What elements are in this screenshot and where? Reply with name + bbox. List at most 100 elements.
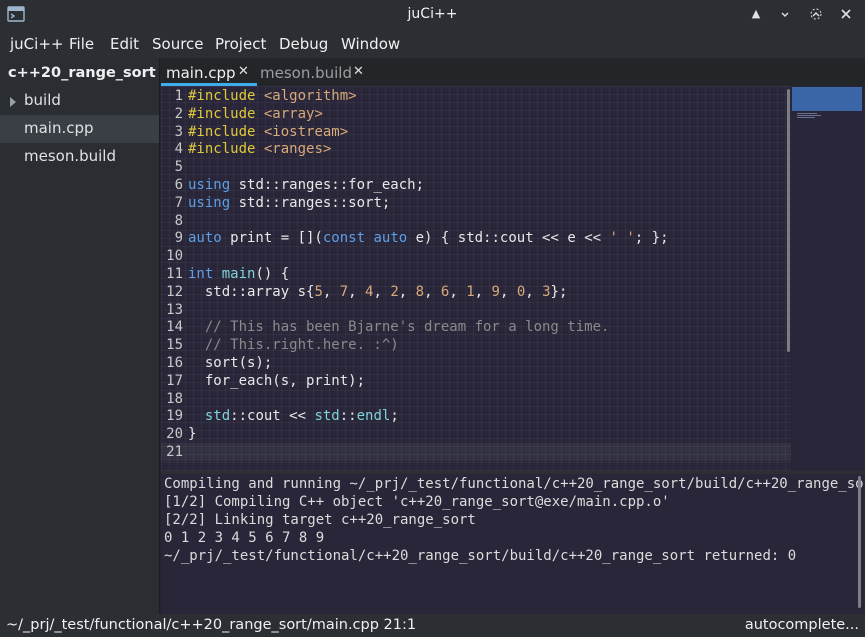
title-bar: juCi++ ▲ [0,0,865,30]
tree-item-main-cpp[interactable]: main.cpp [0,115,159,143]
code-token: 8 [415,283,425,300]
line-number: 8 [174,212,183,229]
menu-source[interactable]: Source [152,35,204,53]
line-number: 5 [174,159,183,176]
code-line[interactable]: 21 [161,443,791,461]
code-line[interactable]: 20} [161,425,791,443]
maximize-icon[interactable] [808,6,824,22]
minimize-icon[interactable] [777,6,793,22]
code-token: 3 [542,283,551,300]
terminal-panel[interactable]: Compiling and running ~/_prj/_test/funct… [161,474,865,614]
status-path: ~/_prj/_test/functional/c++20_range_sort… [6,617,417,633]
code-line[interactable]: 5 [161,158,791,176]
code-token: #include [188,123,256,140]
code-line[interactable]: 12 std::array s{5, 7, 4, 2, 8, 6, 1, 9, … [161,283,791,301]
code-line[interactable]: 11 int main() { [161,265,791,283]
code-token: endl [356,408,391,425]
code-editor[interactable]: 1 #include <algorithm> 2 #include <array> 3 #… [161,86,791,471]
line-number: 19 [166,408,183,425]
code-text: // This has been Bjarne's dream for a lo… [188,318,610,336]
code-line[interactable]: 2 #include <array> [161,105,791,123]
minimap-line [797,113,817,114]
code-token: std::array s{ [188,283,315,300]
menu-window[interactable]: Window [341,35,400,53]
tree-item-build[interactable]: build [0,87,159,115]
minimap-line [797,115,821,116]
code-line[interactable]: 7 using std::ranges::sort; [161,194,791,212]
code-token: sort(s); [188,355,273,371]
line-number: 20 [166,426,183,443]
code-line[interactable]: 16 sort(s); [161,354,791,372]
terminal-line: [1/2] Compiling C++ object 'c++20_range_… [164,494,670,510]
terminal-scrollbar[interactable] [858,476,861,608]
code-token: std::ranges::sort; [230,194,391,211]
code-line[interactable]: 19 std::cout << std::endl; [161,407,791,425]
menu-edit[interactable]: Edit [110,35,139,53]
code-token: main [221,266,256,282]
code-token: auto [373,230,408,247]
menu-debug[interactable]: Debug [279,35,328,53]
line-number: 6 [174,177,183,193]
code-line[interactable]: 9 auto print = [](const auto e) { std::co… [161,229,791,247]
code-token: <array> [263,105,323,122]
code-token: () { [255,266,290,282]
code-text: using std::ranges::sort; [188,194,390,212]
minimap[interactable] [791,86,865,471]
line-number: 12 [166,283,183,300]
code-line[interactable]: 1 #include <algorithm> [161,87,791,105]
code-token: e) { std::cout << e << [407,230,610,247]
code-line[interactable]: 4 #include <ranges> [161,140,791,158]
tab-meson-build[interactable]: meson.build ✕ [255,58,367,86]
code-token: std::ranges::for_each; [230,177,425,193]
line-number: 1 [174,88,183,104]
code-text: using std::ranges::for_each; [188,176,424,194]
expand-arrow-icon[interactable] [10,97,16,107]
code-line[interactable]: 15 // This.right.here. :^) [161,336,791,354]
line-number: 15 [166,337,183,354]
code-line[interactable]: 14 // This has been Bjarne's dream for a… [161,318,791,336]
code-line[interactable]: 10 [161,247,791,265]
menu-jucipp[interactable]: juCi++ [10,35,63,53]
code-token: , [322,283,340,300]
code-line[interactable]: 8 [161,212,791,230]
code-token: 9 [491,283,500,300]
minimap-viewport[interactable] [792,87,862,111]
code-token: <ranges> [263,141,332,158]
code-line[interactable]: 18 [161,390,791,408]
keep-above-icon[interactable]: ▲ [748,6,764,22]
close-icon[interactable] [838,6,854,22]
code-token: std [314,408,340,425]
line-number: 4 [174,141,183,158]
code-token: :: [339,408,357,425]
tree-item-meson-build[interactable]: meson.build [0,143,159,171]
tree-item-label: main.cpp [24,119,94,137]
code-text: #include <iostream> [188,123,348,141]
status-bar: ~/_prj/_test/functional/c++20_range_sort… [0,614,865,637]
tab-main-cpp[interactable]: main.cpp ✕ [161,58,257,86]
code-token: ::cout << [230,408,315,425]
code-text: for_each(s, print); [188,372,365,390]
line-number: 3 [174,123,183,140]
code-token: print = []( [221,230,323,247]
code-token: auto [188,230,222,247]
code-text: #include <ranges> [188,140,331,158]
tree-item-label: meson.build [24,147,116,165]
menu-file[interactable]: File [69,35,94,53]
project-sidebar: c++20_range_sort build main.cpp meson.bu… [0,58,160,614]
code-text: } [188,425,196,443]
code-line[interactable]: 13 [161,301,791,319]
editor-scrollbar[interactable] [787,89,790,352]
code-line[interactable]: 3 #include <iostream> [161,123,791,141]
code-token: std [204,408,231,425]
menu-project[interactable]: Project [215,35,266,53]
code-line[interactable]: 6 using std::ranges::for_each; [161,176,791,194]
code-token: ; }; [634,230,669,247]
code-line[interactable]: 17 for_each(s, print); [161,372,791,390]
code-token: , [449,283,467,300]
close-icon[interactable]: ✕ [238,64,249,79]
close-icon[interactable]: ✕ [353,64,364,79]
tab-label: main.cpp [166,64,236,82]
